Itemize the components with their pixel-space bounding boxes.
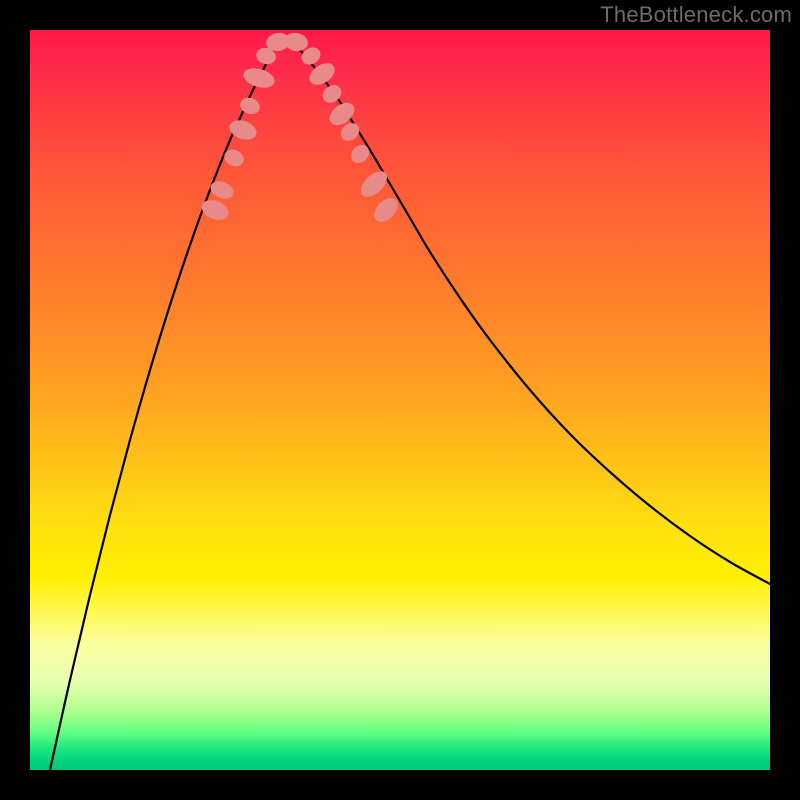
curves-svg xyxy=(30,30,770,770)
marker-8 xyxy=(283,31,310,53)
chart-frame: TheBottleneck.com xyxy=(0,0,800,800)
series-left-curve xyxy=(50,40,280,770)
plot-area xyxy=(30,30,770,770)
marker-3 xyxy=(227,117,259,143)
series-right-curve xyxy=(290,40,770,584)
marker-14 xyxy=(347,141,373,166)
marker-0 xyxy=(199,196,232,223)
marker-5 xyxy=(241,65,277,91)
marker-15 xyxy=(356,166,392,201)
watermark-text: TheBottleneck.com xyxy=(600,2,792,28)
